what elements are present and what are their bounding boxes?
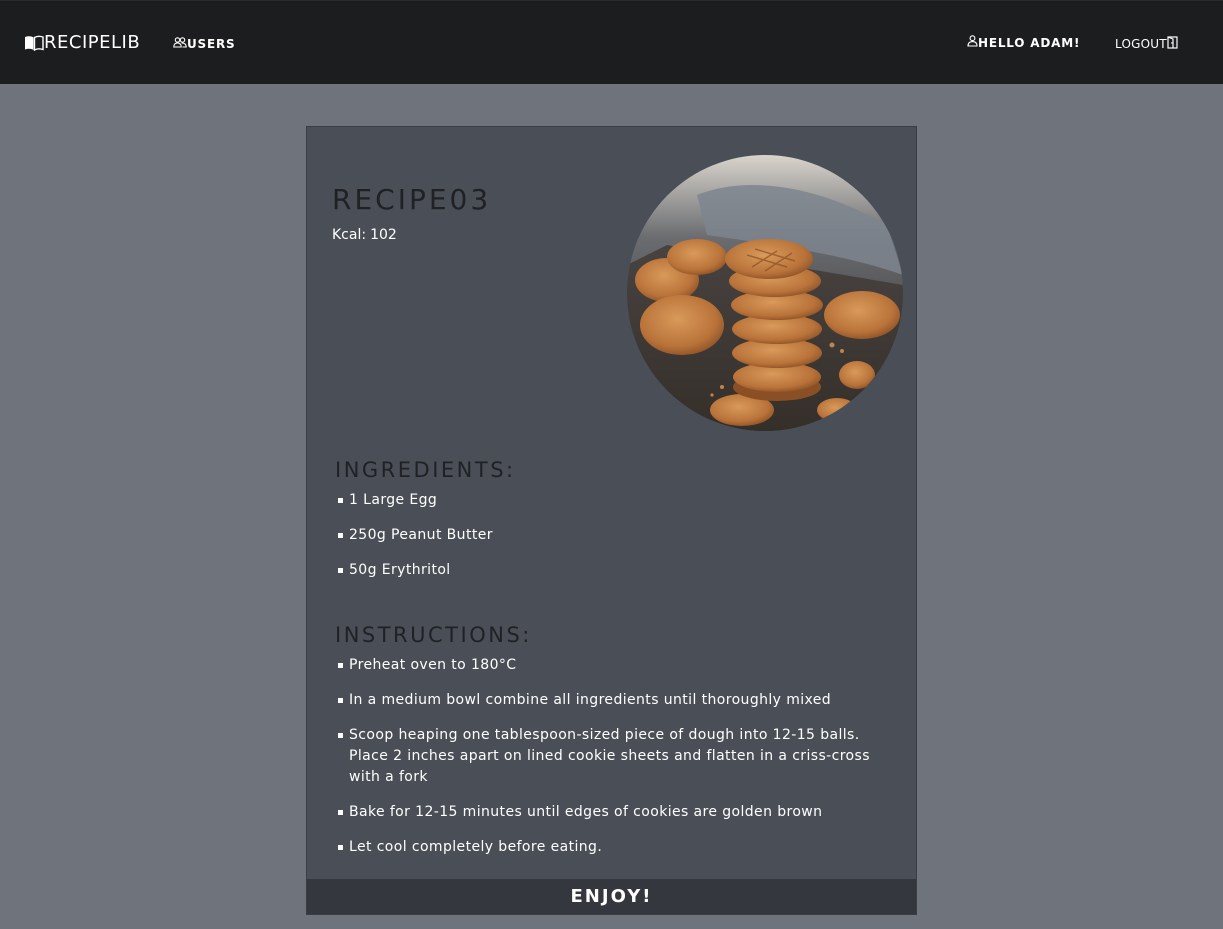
instructions-list: Preheat oven to 180°C In a medium bowl c… — [337, 655, 902, 872]
instruction-item: Preheat oven to 180°C — [337, 655, 902, 676]
user-icon — [967, 35, 978, 50]
instructions-heading: INSTRUCTIONS: — [335, 623, 532, 647]
ingredients-list: 1 Large Egg 250g Peanut Butter 50g Eryth… — [337, 490, 902, 595]
recipe-card: RECIPE03 Kcal: 102 INGREDIENTS: 1 Large … — [306, 126, 917, 915]
nav-users-link[interactable]: USERS — [173, 37, 235, 51]
ingredients-heading: INGREDIENTS: — [335, 458, 516, 482]
navbar: RECIPELIB USERS HELLO ADAM! LOGOUT — [0, 0, 1223, 84]
user-greeting[interactable]: HELLO ADAM! — [967, 35, 1080, 50]
logout-icon — [1167, 36, 1178, 52]
kcal-label: Kcal: — [332, 227, 367, 243]
greeting-label: HELLO ADAM! — [978, 35, 1081, 50]
nav-users-label: USERS — [187, 37, 236, 51]
kcal-value: 102 — [370, 227, 397, 243]
ingredient-item: 1 Large Egg — [337, 490, 902, 511]
enjoy-footer: ENJOY! — [307, 879, 916, 914]
logout-button[interactable]: LOGOUT — [1115, 36, 1178, 52]
book-icon — [24, 35, 44, 51]
kcal-info: Kcal: 102 — [332, 227, 397, 243]
brand-link[interactable]: RECIPELIB — [24, 32, 140, 53]
instruction-item: Let cool completely before eating. — [337, 837, 902, 858]
recipe-title: RECIPE03 — [332, 183, 492, 216]
logout-label: LOGOUT — [1115, 37, 1167, 51]
ingredient-item: 250g Peanut Butter — [337, 525, 902, 546]
instruction-item: Bake for 12-15 minutes until edges of co… — [337, 802, 902, 823]
users-icon — [173, 37, 187, 51]
ingredient-item: 50g Erythritol — [337, 560, 902, 581]
instruction-item: In a medium bowl combine all ingredients… — [337, 690, 902, 711]
brand-name: RECIPELIB — [44, 32, 141, 53]
instruction-item: Scoop heaping one tablespoon-sized piece… — [337, 725, 902, 788]
recipe-photo — [627, 155, 903, 431]
